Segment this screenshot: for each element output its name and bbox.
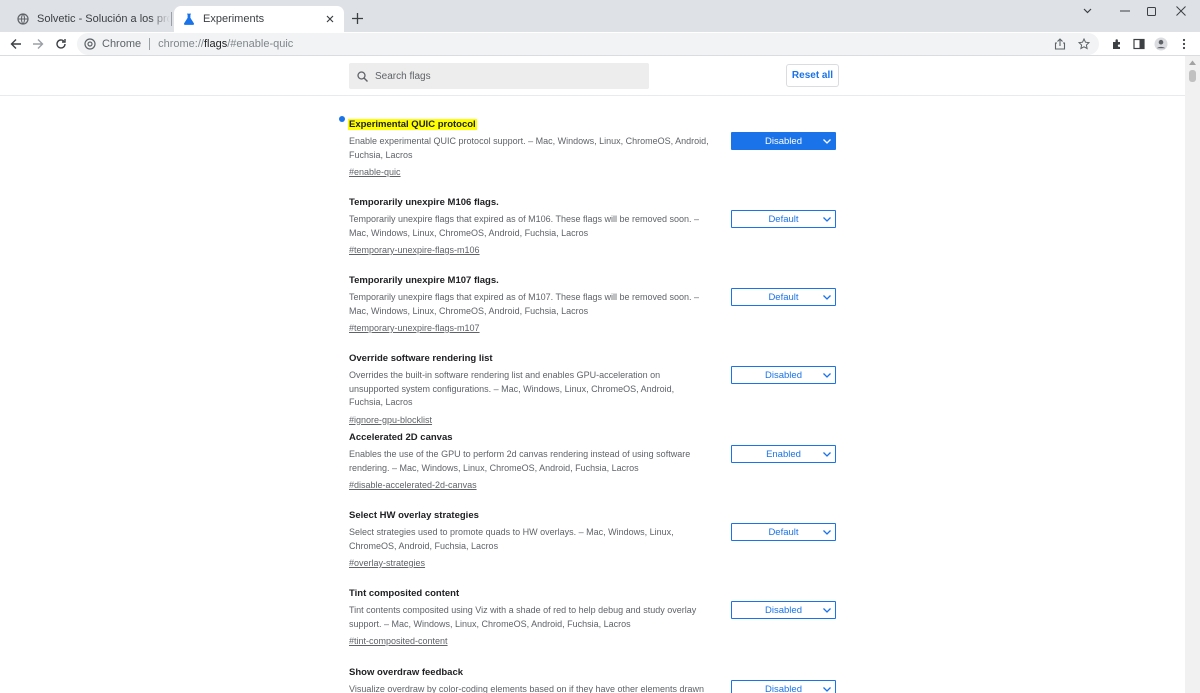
flag-description: Visualize overdraw by color-coding eleme… [349, 684, 705, 693]
flag-description: Temporarily unexpire flags that expired … [349, 214, 700, 238]
address-actions [1051, 35, 1093, 53]
search-icon [357, 70, 369, 82]
flask-icon [182, 12, 196, 26]
profile-avatar-icon[interactable] [1151, 34, 1171, 54]
extensions-icon[interactable] [1107, 34, 1127, 54]
select-value: Default [768, 213, 799, 225]
flag-permalink[interactable]: #overlay-strategies [349, 557, 425, 570]
flag-state-select[interactable]: Disabled [731, 680, 836, 693]
modified-indicator [339, 116, 345, 122]
tab-search-icon[interactable] [1068, 0, 1106, 22]
side-panel-icon[interactable] [1129, 34, 1149, 54]
menu-kebab-icon[interactable] [1174, 34, 1194, 54]
page-scrollbar[interactable] [1185, 56, 1200, 693]
site-info[interactable]: Chrome [84, 38, 141, 51]
tab-divider [171, 12, 172, 26]
flag-item-ignore-gpu-blocklist: Override software rendering list Overrid… [349, 348, 839, 428]
tab-experiments[interactable]: Experiments [174, 6, 344, 32]
chevron-down-icon [823, 528, 831, 536]
flag-permalink[interactable]: #temporary-unexpire-flags-m107 [349, 322, 480, 335]
search-box[interactable] [349, 63, 649, 89]
url-fragment: /#enable-quic [227, 38, 294, 50]
flag-title: Tint composited content [349, 588, 460, 599]
chevron-down-icon [823, 215, 831, 223]
close-window-button[interactable] [1162, 0, 1200, 22]
address-bar[interactable]: Chrome chrome://flags/#enable-quic [77, 33, 1099, 55]
tab-strip: Solvetic - Solución a los problemas info… [0, 0, 1200, 32]
flag-state-select[interactable]: Enabled [731, 445, 836, 463]
scrollbar-thumb[interactable] [1189, 70, 1196, 82]
flag-permalink[interactable]: #enable-quic [349, 166, 401, 179]
flag-permalink[interactable]: #temporary-unexpire-flags-m106 [349, 244, 480, 257]
flag-item-tint-composited-content: Tint composited content Tint contents co… [349, 583, 839, 649]
browser-toolbar: Chrome chrome://flags/#enable-quic [0, 32, 1200, 56]
scroll-up-arrow-icon[interactable] [1185, 56, 1200, 68]
flag-title: Temporarily unexpire M107 flags. [349, 275, 499, 286]
flag-state-select[interactable]: Default [731, 210, 836, 228]
select-value: Default [768, 291, 799, 303]
flag-description: Tint contents composited using Viz with … [349, 605, 697, 629]
address-divider [149, 38, 151, 50]
globe-icon [16, 12, 30, 26]
flag-item-show-overdraw-feedback: Show overdraw feedback Visualize overdra… [349, 662, 839, 693]
tab-solvetic[interactable]: Solvetic - Solución a los problemas info… [8, 6, 170, 32]
chevron-down-icon [823, 450, 831, 458]
flag-item-accelerated-2d-canvas: Accelerated 2D canvas Enables the use of… [349, 427, 839, 493]
flag-permalink[interactable]: #disable-accelerated-2d-canvas [349, 479, 477, 492]
chevron-down-icon [823, 685, 831, 693]
select-value: Disabled [765, 604, 802, 616]
tab-title: Solvetic - Solución a los problemas info… [37, 13, 170, 25]
share-icon[interactable] [1051, 35, 1069, 53]
chevron-down-icon [823, 293, 831, 301]
url-scheme: chrome:// [158, 38, 204, 50]
flag-item-enable-quic: Experimental QUIC protocol Enable experi… [339, 114, 839, 180]
chevron-down-icon [823, 606, 831, 614]
reset-all-button[interactable]: Reset all [786, 64, 839, 87]
select-value: Enabled [766, 448, 801, 460]
flag-state-select[interactable]: Default [731, 523, 836, 541]
reload-button[interactable] [51, 34, 71, 54]
flag-permalink[interactable]: #tint-composited-content [349, 635, 448, 648]
url-host: flags [203, 38, 228, 50]
flag-item-overlay-strategies: Select HW overlay strategies Select stra… [349, 505, 839, 571]
flag-state-select[interactable]: Disabled [731, 366, 836, 384]
flag-title: Show overdraw feedback [349, 667, 464, 678]
flag-title: Accelerated 2D canvas [349, 432, 453, 443]
new-tab-button[interactable] [348, 9, 366, 27]
flags-header: Reset all [0, 56, 1185, 96]
flag-title: Experimental QUIC protocol [348, 119, 477, 130]
bookmark-star-icon[interactable] [1075, 35, 1093, 53]
site-label: Chrome [102, 38, 142, 50]
flag-title: Override software rendering list [349, 353, 493, 364]
flag-description: Enable experimental QUIC protocol suppor… [349, 136, 709, 160]
chrome-icon [84, 38, 97, 51]
flag-description: Enables the use of the GPU to perform 2d… [349, 449, 691, 473]
close-tab-icon[interactable] [322, 11, 338, 27]
flag-item-unexpire-m107: Temporarily unexpire M107 flags. Tempora… [349, 270, 839, 336]
tab-title: Experiments [203, 13, 265, 25]
flag-state-select[interactable]: Disabled [731, 132, 836, 150]
search-flags-input[interactable] [375, 70, 635, 82]
back-button[interactable] [6, 34, 26, 54]
flag-state-select[interactable]: Disabled [731, 601, 836, 619]
flag-title: Temporarily unexpire M106 flags. [349, 197, 499, 208]
url-text: chrome://flags/#enable-quic [158, 38, 293, 50]
flag-item-unexpire-m106: Temporarily unexpire M106 flags. Tempora… [349, 192, 839, 258]
flag-description: Temporarily unexpire flags that expired … [349, 292, 700, 316]
chevron-down-icon [823, 137, 831, 145]
select-value: Disabled [765, 369, 802, 381]
select-value: Default [768, 526, 799, 538]
flag-permalink[interactable]: #ignore-gpu-blocklist [349, 414, 432, 427]
forward-button[interactable] [28, 34, 48, 54]
flag-description: Select strategies used to promote quads … [349, 527, 674, 551]
chevron-down-icon [823, 371, 831, 379]
flag-description: Overrides the built-in software renderin… [349, 370, 675, 407]
select-value: Disabled [765, 135, 802, 147]
select-value: Disabled [765, 683, 802, 693]
flag-state-select[interactable]: Default [731, 288, 836, 306]
flag-title: Select HW overlay strategies [349, 510, 479, 521]
